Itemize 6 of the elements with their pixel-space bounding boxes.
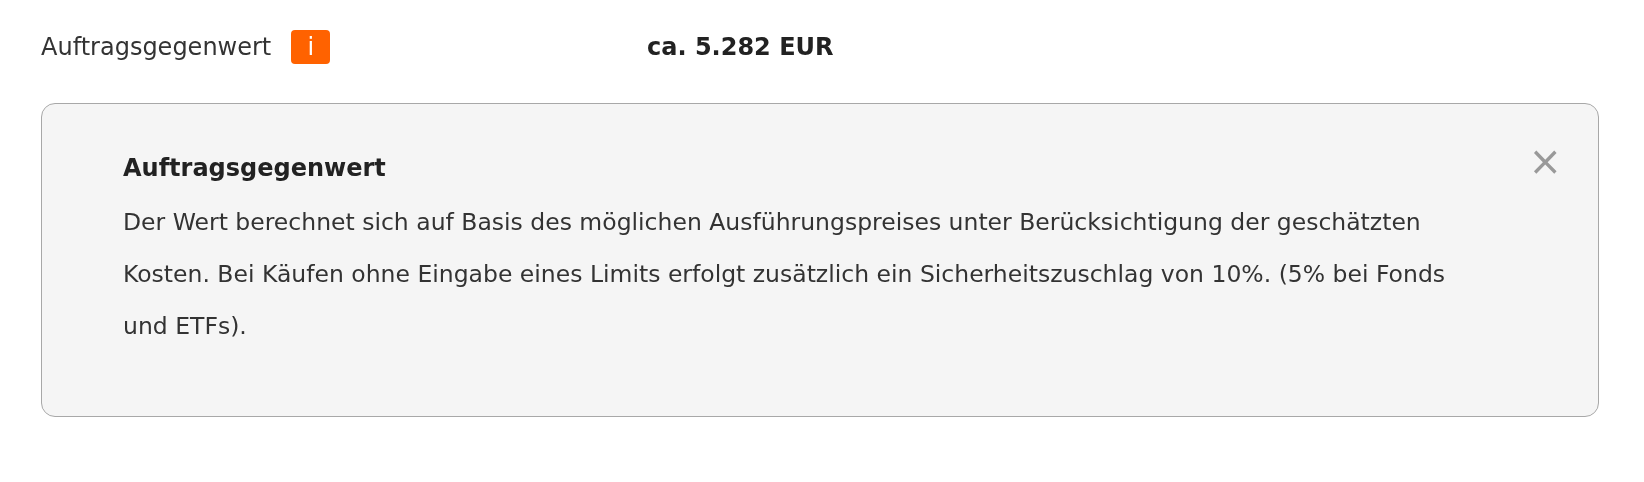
panel-title: Auftragsgegenwert (123, 154, 387, 182)
panel-text: Der Wert berechnet sich auf Basis des möglichen Ausführungspreises unter Berücksichtigung der geschätzten Kosten. Bei Käufen ohne Eingabe eines Limits erfolgt zusätzlich ein Sicherheitszuschlag von 10%. (5% bei Fonds und ETFs). (123, 207, 1447, 342)
info-button[interactable]: i (291, 30, 331, 64)
field-label: Auftragsgegenwert (41, 33, 272, 61)
field-value: ca. 5.282 EUR (647, 33, 834, 61)
close-button[interactable]: × (1522, 146, 1568, 182)
